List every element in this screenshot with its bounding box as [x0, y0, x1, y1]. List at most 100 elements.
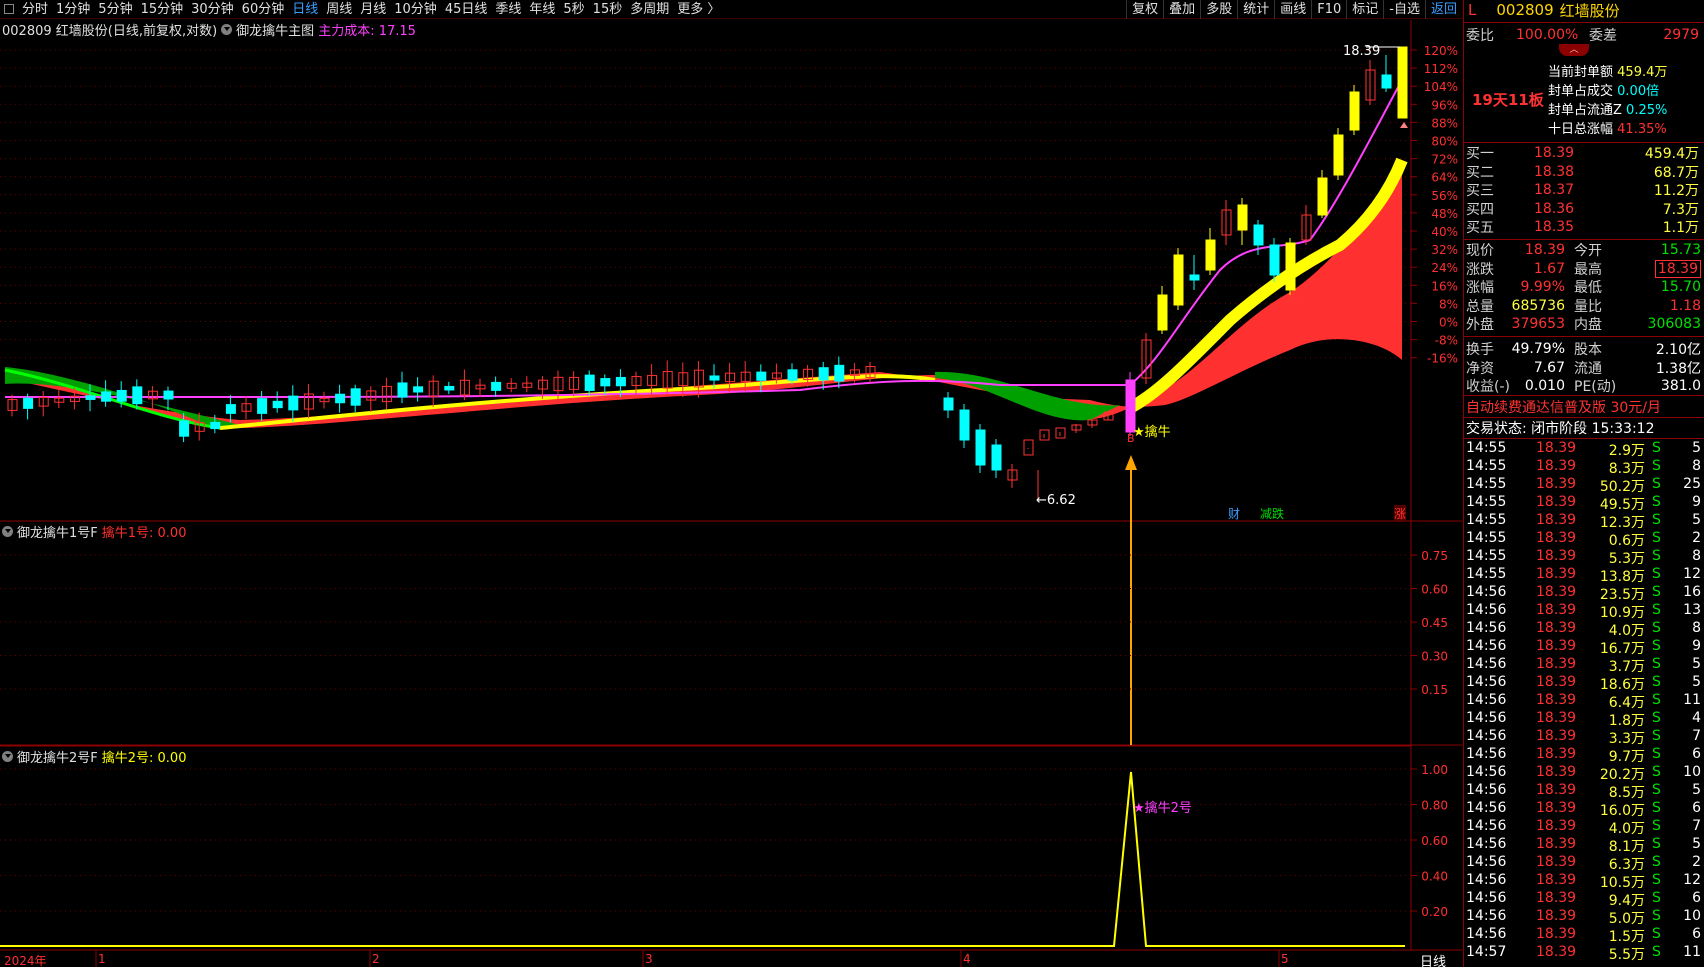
candle: [1189, 274, 1200, 281]
y-tick-label: 8%: [1439, 297, 1458, 311]
bid-row[interactable]: 买一 18.39 459.4万: [1464, 144, 1704, 162]
y-tick-label: 1.00: [1421, 763, 1448, 777]
qinniu-signal-label: ★擒牛: [1133, 425, 1171, 440]
stat-row: 涨跌 1.67 最高 18.39: [1464, 259, 1704, 278]
kline-chart-canvas[interactable]: BB 120%112%104%96%88%80%72%64%56%48%40%3…: [0, 0, 1462, 967]
y-tick-label: 96%: [1431, 98, 1458, 112]
stat-row: 收益(-) 0.010 PE(动) 381.0: [1466, 378, 1701, 395]
stock-name: 红墙股份: [1559, 1, 1620, 20]
stat-row: 现价 18.39 今开 15.73: [1466, 242, 1701, 259]
small-triangle-icon: [1400, 122, 1408, 128]
y-tick-label: 32%: [1431, 243, 1458, 257]
y-tick-label: 64%: [1431, 171, 1458, 185]
y-tick-label: 0.30: [1421, 650, 1448, 664]
bid-row[interactable]: 买五 18.35 1.1万: [1464, 218, 1704, 236]
panel1-indicator-name[interactable]: 御龙擒牛1号F: [17, 522, 98, 541]
x-label-month-5: 5: [1281, 952, 1289, 966]
candle: [709, 375, 720, 381]
y-tick-label: 40%: [1431, 225, 1458, 239]
limit-up-candle: [1205, 239, 1216, 271]
y-tick-label: 0.20: [1421, 905, 1448, 919]
stat-row: 总量 685736 量比 1.18: [1466, 297, 1701, 315]
tick-row: 14:56 18.39 6.4万 S 11: [1466, 692, 1701, 711]
stat-row: 外盘 379653 内盘 306083: [1466, 316, 1701, 333]
promo-banner[interactable]: 自动续费通达信普及版 30元/月: [1464, 398, 1704, 416]
tick-row: 14:55 18.39 49.5万 S 9: [1466, 494, 1701, 513]
candle: [179, 420, 190, 437]
candle: [23, 397, 34, 409]
panel2-indicator-name[interactable]: 御龙擒牛2号F: [17, 747, 98, 766]
y-tick-label: 48%: [1431, 207, 1458, 221]
tick-row: 14:56 18.39 9.4万 S 6: [1466, 890, 1701, 909]
tick-row: 14:55 18.39 8.3万 S 8: [1466, 458, 1701, 477]
stat-row: 净资 7.67 流通 1.38亿: [1466, 359, 1701, 377]
candle: [85, 395, 96, 400]
tick-row: 14:55 18.39 50.2万 S 25: [1466, 476, 1701, 495]
weibi-value: 100.00%: [1516, 27, 1579, 43]
collapse-chevron-icon[interactable]: ︿: [1559, 44, 1589, 56]
y-tick-label: 56%: [1431, 189, 1458, 203]
marker-cai[interactable]: 财: [1228, 505, 1240, 522]
tick-row: 14:55 18.39 13.8万 S 12: [1466, 566, 1701, 585]
candle: [959, 409, 970, 441]
y-tick-label: 16%: [1431, 279, 1458, 293]
candle: [257, 398, 268, 414]
marker-zhang[interactable]: 涨: [1394, 505, 1407, 522]
bid-row[interactable]: 买二 18.38 68.7万: [1464, 163, 1704, 181]
tick-row: 14:56 18.39 1.5万 S 6: [1466, 926, 1701, 945]
tick-row: 14:55 18.39 2.9万 S 5: [1466, 440, 1701, 459]
trade-status: 交易状态: 闭市阶段 15:33:12: [1466, 421, 1655, 437]
y-tick-label: 24%: [1431, 261, 1458, 275]
candle: [350, 388, 361, 406]
y-tick-label: -8%: [1435, 334, 1458, 348]
y-tick-label: 0.60: [1421, 834, 1448, 848]
tick-row: 14:56 18.39 1.8万 S 4: [1466, 710, 1701, 729]
y-tick-label: 0.40: [1421, 870, 1448, 884]
weicha-value: 2979: [1663, 27, 1699, 43]
candle: [288, 395, 299, 411]
y-tick-label: 0.45: [1421, 616, 1448, 630]
candle: [491, 381, 502, 391]
candle: [756, 371, 767, 381]
stat-row: 换手 49.79% 股本 2.10亿: [1466, 341, 1701, 358]
candle: [991, 444, 1002, 471]
candle: [818, 367, 829, 381]
tick-row: 14:55 18.39 12.3万 S 5: [1466, 512, 1701, 531]
period-tab-daily[interactable]: 日线: [1420, 951, 1446, 967]
y-tick-label: 72%: [1431, 153, 1458, 167]
buy-b-marker: B: [1292, 296, 1300, 309]
candle: [834, 364, 845, 382]
quote-panel: L 002809 红墙股份 委比 100.00% 委差 2979 ︿ 19天11…: [1463, 0, 1704, 967]
x-label-month-2: 2: [372, 952, 380, 966]
indicator-dropdown-icon[interactable]: [2, 751, 13, 762]
panel1-value: 擒牛1号: 0.00: [101, 526, 187, 541]
bid-row[interactable]: 买四 18.36 7.3万: [1464, 200, 1704, 218]
low-price-label: ←6.62: [1036, 493, 1076, 508]
tick-row: 14:55 18.39 5.3万 S 8: [1466, 548, 1701, 567]
tick-row: 14:56 18.39 3.3万 S 7: [1466, 728, 1701, 747]
indicator-dropdown-icon[interactable]: [2, 526, 13, 537]
y-tick-label: 104%: [1424, 80, 1458, 94]
limit-up-candle: [1349, 91, 1360, 131]
candle: [272, 400, 283, 409]
tick-row: 14:56 18.39 23.5万 S 16: [1466, 584, 1701, 603]
candle: [210, 421, 221, 430]
stock-flag: L: [1468, 1, 1477, 19]
tick-row: 14:57 18.39 5.5万 S 11: [1466, 944, 1701, 963]
bid-row[interactable]: 买三 18.37 11.2万: [1464, 181, 1704, 199]
y-tick-label: 0.15: [1421, 683, 1448, 697]
candle: [444, 385, 455, 391]
seal-info: 当前封单额 459.4万 封单占成交 0.00倍 封单占流通Z 0.25% 十日…: [1548, 65, 1668, 137]
tick-row: 14:56 18.39 16.7万 S 9: [1466, 638, 1701, 657]
y-tick-label: 0%: [1439, 316, 1458, 330]
tick-row: 14:56 18.39 4.0万 S 7: [1466, 818, 1701, 837]
marker-jiandie[interactable]: 减跌: [1260, 505, 1284, 522]
limit-up-candle: [1157, 294, 1168, 331]
tick-row: 14:56 18.39 10.9万 S 13: [1466, 602, 1701, 621]
y-tick-label: 80%: [1431, 135, 1458, 149]
candle: [1269, 244, 1280, 276]
quote-header: L 002809 红墙股份: [1464, 1, 1704, 20]
candle: [1381, 74, 1392, 89]
candle: [163, 390, 174, 400]
candle: [1023, 439, 1034, 456]
